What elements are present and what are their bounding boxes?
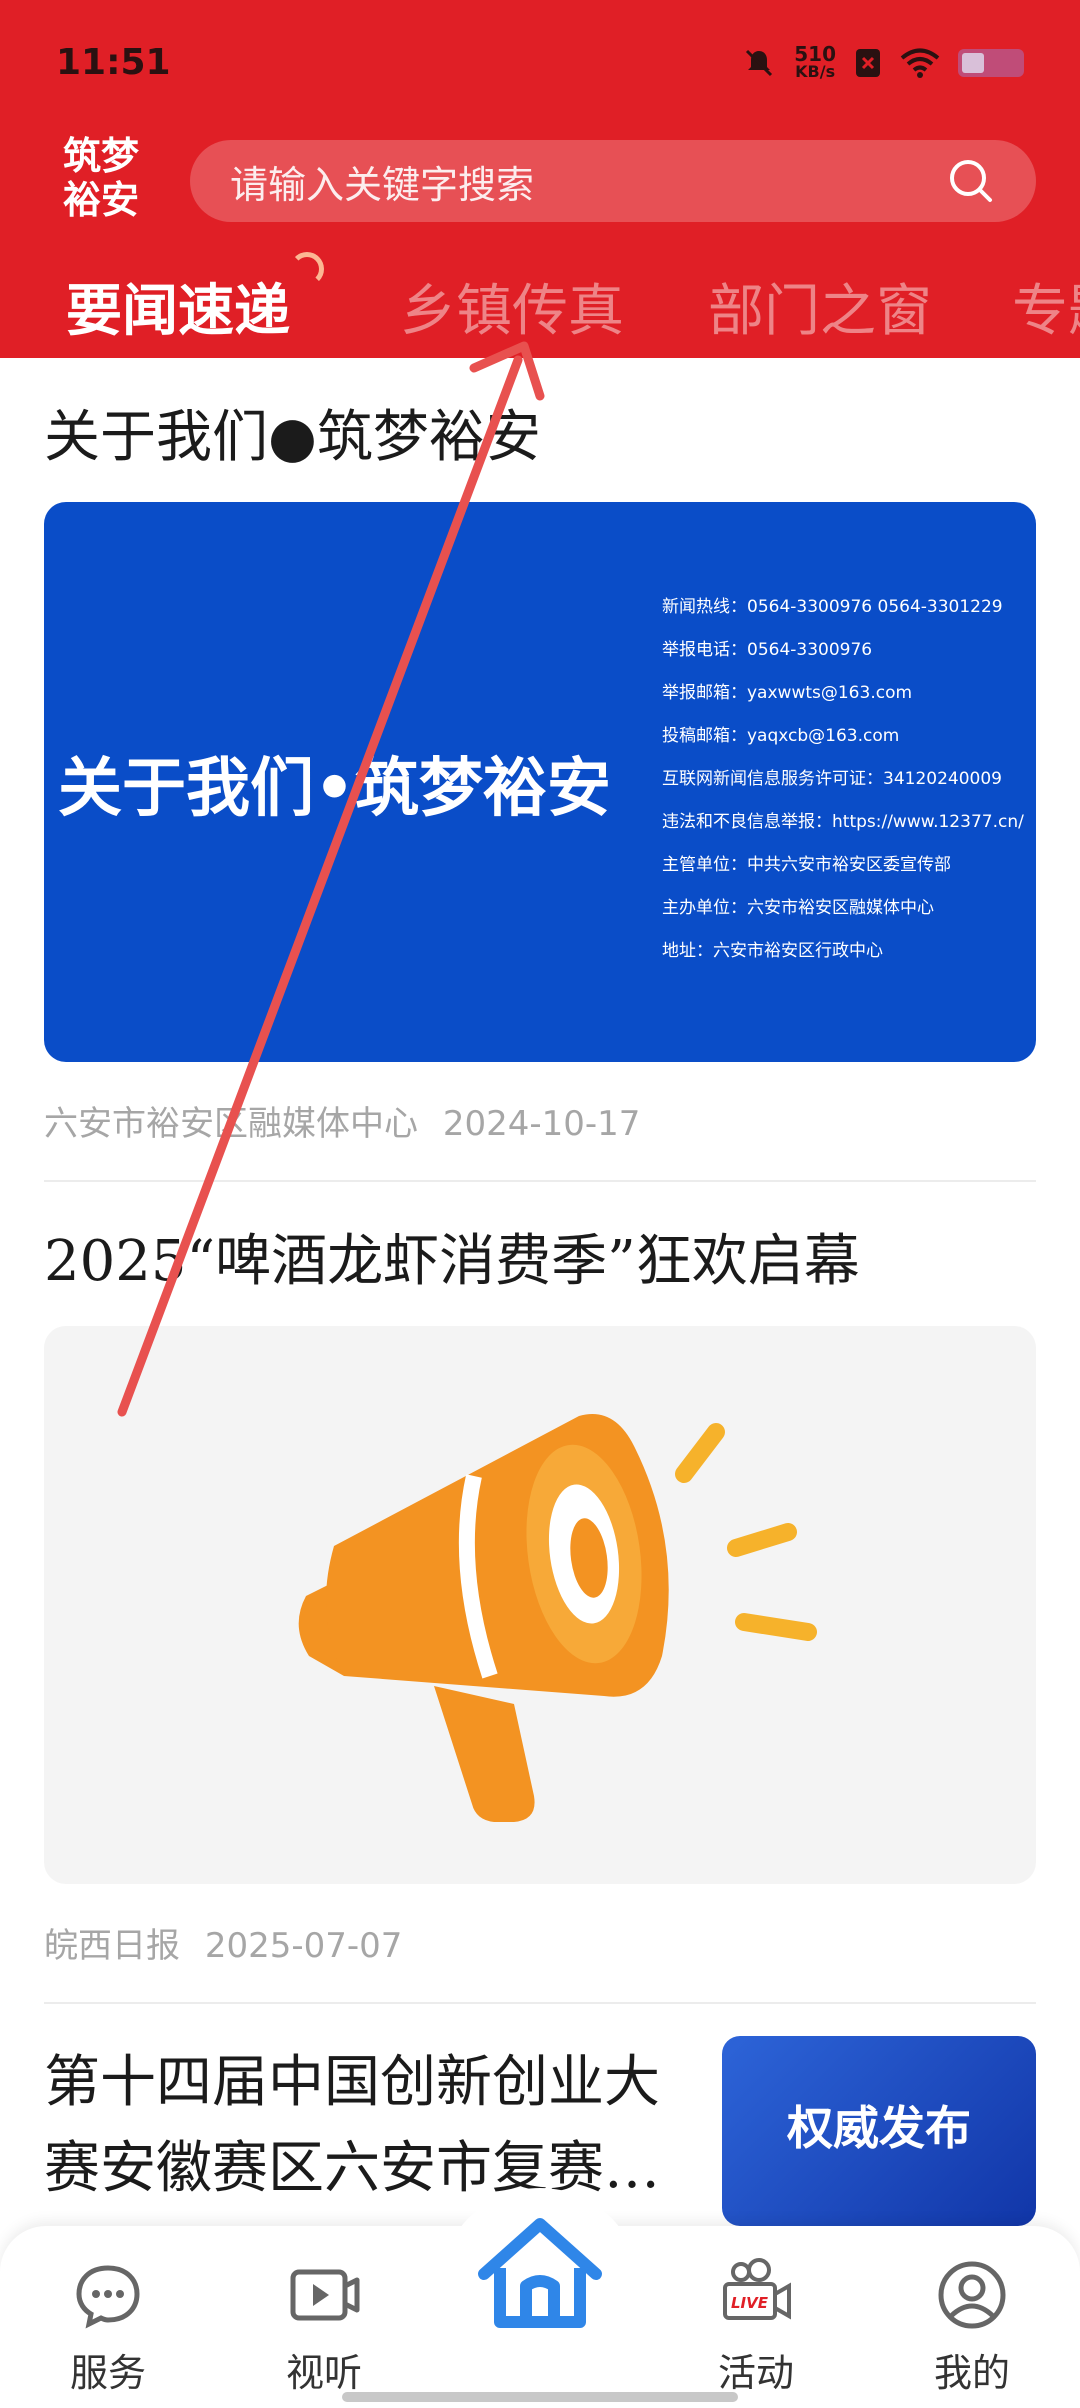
app-logo: 筑梦 裕安 <box>62 133 139 222</box>
article-thumbnail[interactable]: 权威发布 <box>722 2036 1036 2226</box>
refresh-indicator-icon <box>290 252 324 286</box>
info-line: 举报电话：0564-3300976 <box>662 640 873 660</box>
video-play-icon <box>290 2269 360 2321</box>
user-icon <box>938 2261 1006 2329</box>
search-icon[interactable] <box>946 156 996 206</box>
thumbnail-text: 权威发布 <box>787 2101 971 2155</box>
nav-media[interactable]: 视听 <box>244 2258 404 2397</box>
tab-department-window[interactable]: 部门之窗 <box>708 266 932 347</box>
article-title[interactable]: 2025“啤酒龙虾消费季”狂欢启幕 <box>44 1216 860 1297</box>
status-icons: 510 KB/s <box>742 40 1024 86</box>
app-header: 11:51 510 KB/s 筑梦 裕安 请输入关键字搜索 要闻速递 乡镇传真 … <box>0 0 1080 358</box>
home-icon[interactable] <box>470 2204 610 2344</box>
system-home-indicator[interactable] <box>342 2392 738 2402</box>
divider <box>44 1180 1036 1182</box>
article-title[interactable]: 第十四届中国创新创业大 赛安徽赛区六安市复赛… <box>44 2040 694 2212</box>
search-input[interactable]: 请输入关键字搜索 <box>230 154 946 209</box>
article-source: 皖西日报 <box>44 1926 180 1966</box>
info-line: 举报邮箱：yaxwwts@163.com <box>662 683 913 703</box>
tab-township-news[interactable]: 乡镇传真 <box>400 266 624 347</box>
info-line: 新闻热线：0564-3300976 0564-3301229 <box>662 597 1003 617</box>
info-line: 投稿邮箱：yaqxcb@163.com <box>662 726 900 746</box>
article-meta: 皖西日报 2025-07-07 <box>44 1918 402 1967</box>
article-date: 2024-10-17 <box>442 1104 641 1144</box>
svg-text:LIVE: LIVE <box>731 2294 769 2312</box>
nav-service[interactable]: 服务 <box>28 2258 188 2397</box>
article-meta: 六安市裕安区融媒体中心 2024-10-17 <box>44 1096 640 1145</box>
status-bar: 11:51 510 KB/s <box>0 0 1080 120</box>
article-banner-image[interactable] <box>44 1326 1036 1884</box>
tab-special-topics[interactable]: 专题 <box>1012 266 1080 347</box>
info-line: 互联网新闻信息服务许可证：34120240009 <box>662 769 1002 789</box>
status-time: 11:51 <box>56 42 171 83</box>
no-sim-icon <box>856 49 880 77</box>
info-line: 违法和不良信息举报：https://www.12377.cn/ <box>662 812 1024 832</box>
mute-bell-icon <box>746 49 773 77</box>
article-source: 六安市裕安区融媒体中心 <box>44 1104 418 1144</box>
nav-activities[interactable]: LIVE 活动 <box>676 2258 836 2397</box>
contact-info-list: 新闻热线：0564-3300976 0564-3301229 举报电话：0564… <box>662 586 1032 973</box>
banner-headline: 关于我们•筑梦裕安 <box>58 752 611 826</box>
info-line: 主办单位：六安市裕安区融媒体中心 <box>662 898 934 918</box>
article-date: 2025-07-07 <box>204 1926 403 1966</box>
info-line: 主管单位：中共六安市裕安区委宣传部 <box>662 855 951 875</box>
network-speed: 510 KB/s <box>794 42 836 81</box>
battery-icon <box>958 49 1024 77</box>
search-bar[interactable]: 请输入关键字搜索 <box>190 140 1036 222</box>
info-line: 地址：六安市裕安区行政中心 <box>662 941 883 961</box>
megaphone-icon <box>298 1414 817 1822</box>
live-camera-icon: LIVE <box>723 2258 791 2320</box>
wifi-icon <box>900 48 940 78</box>
tab-news-express[interactable]: 要闻速递 <box>66 266 290 347</box>
divider <box>44 2002 1036 2004</box>
chat-bubble-icon <box>76 2265 140 2329</box>
article-banner-image[interactable]: 关于我们•筑梦裕安 新闻热线：0564-3300976 0564-3301229… <box>44 502 1036 1062</box>
nav-profile[interactable]: 我的 <box>892 2258 1052 2397</box>
article-title[interactable]: 关于我们●筑梦裕安 <box>44 392 541 473</box>
category-tabs: 要闻速递 乡镇传真 部门之窗 专题 <box>0 248 1080 358</box>
